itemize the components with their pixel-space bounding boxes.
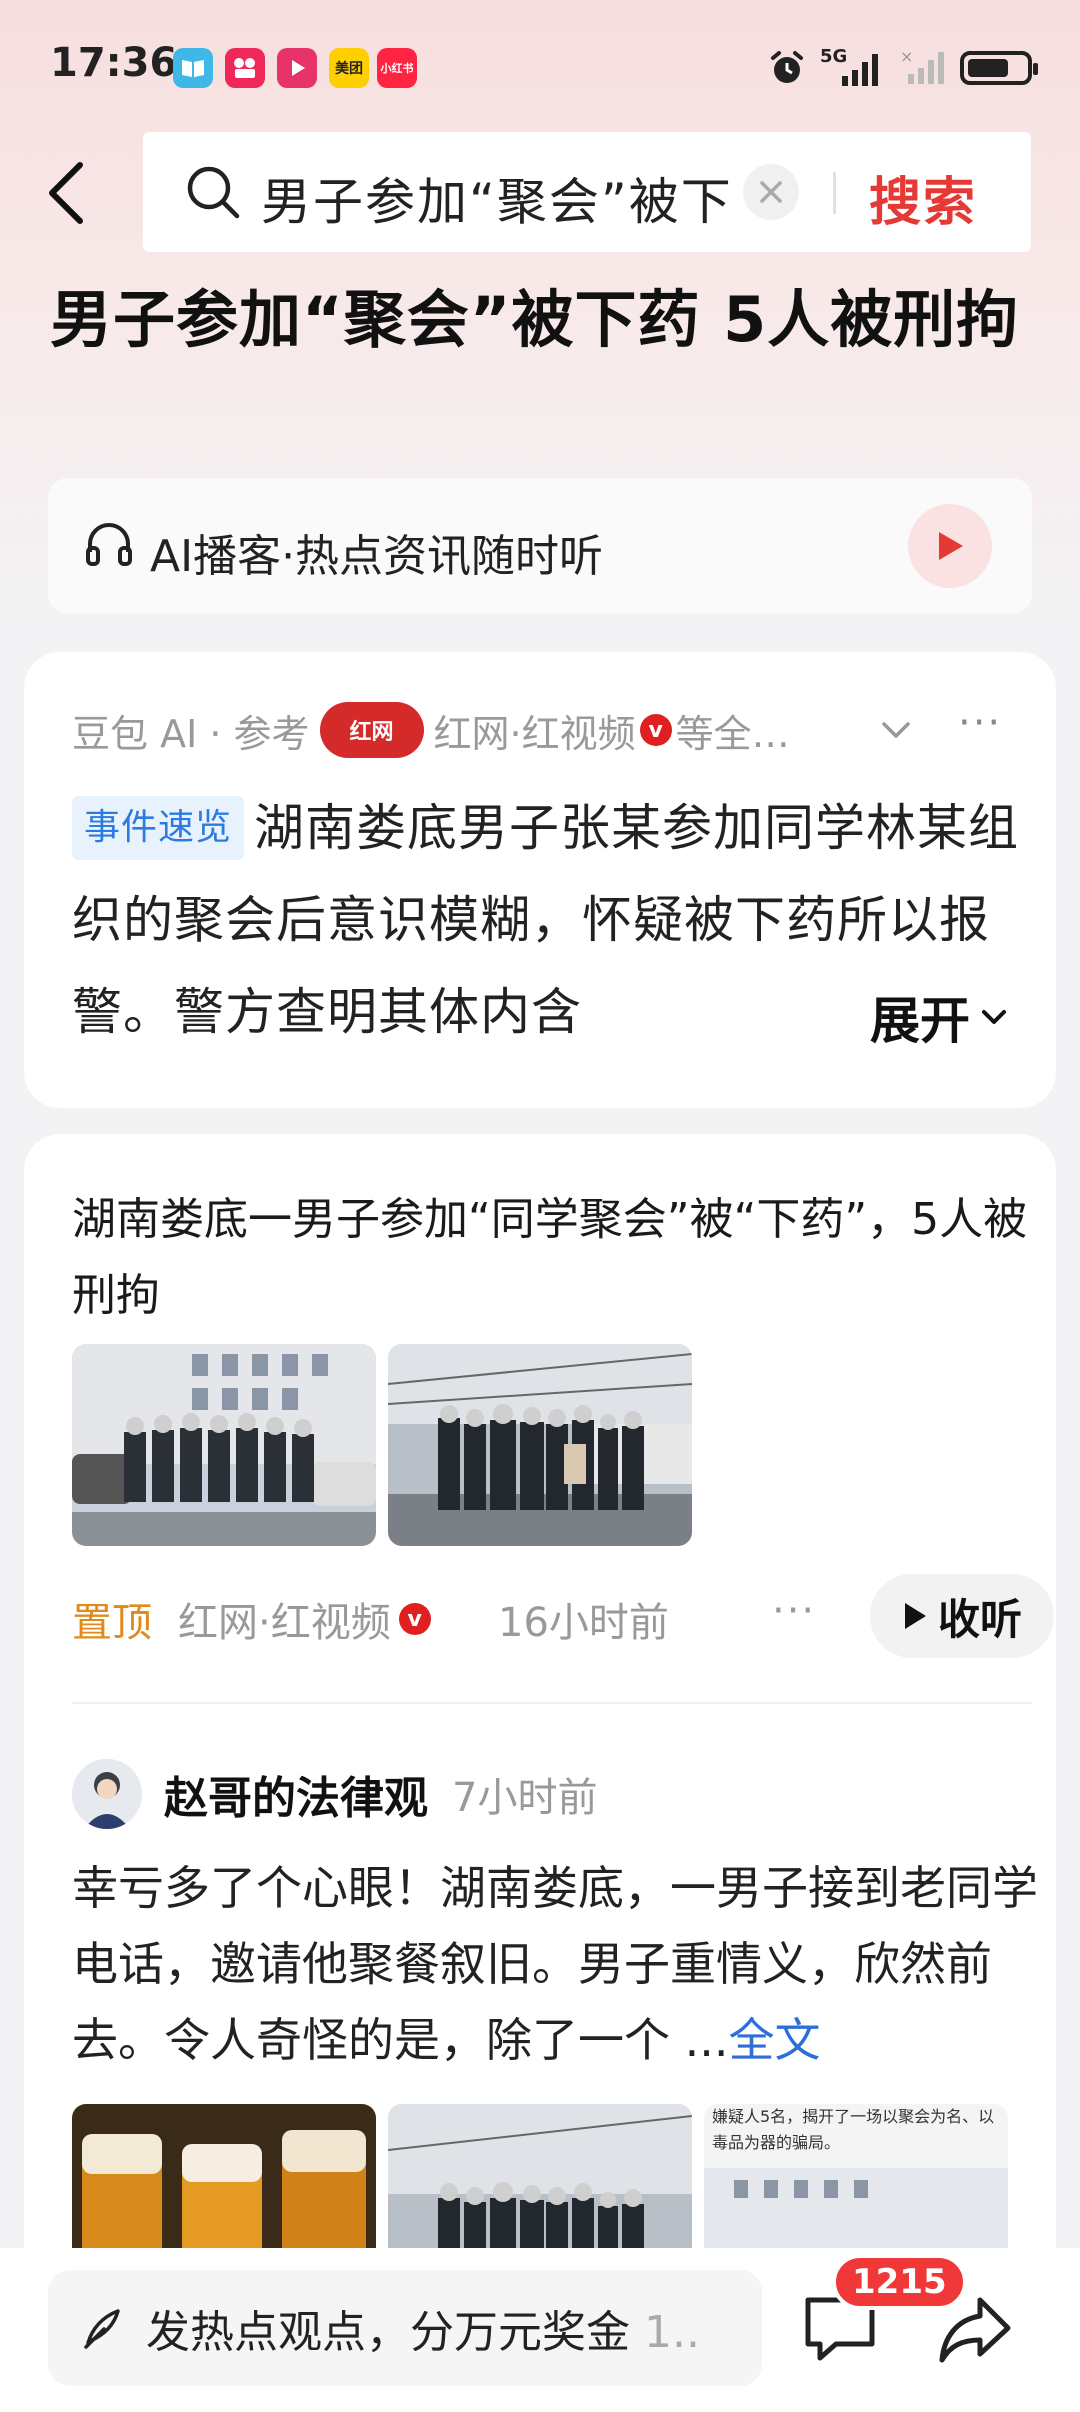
post-author-name[interactable]: 赵哥的法律观 bbox=[164, 1762, 428, 1826]
chevron-left-icon bbox=[49, 162, 83, 224]
kuaishou-app-icon bbox=[225, 48, 265, 88]
search-icon bbox=[187, 166, 240, 219]
post-text[interactable]: 幸亏多了个心眼！湖南娄底，一男子接到老同学电话，邀请他聚餐叙旧。男子重情义，欣然… bbox=[72, 1850, 1042, 2078]
svg-text:×: × bbox=[900, 48, 913, 66]
clear-search-button[interactable] bbox=[743, 164, 799, 220]
post-time: 7小时前 bbox=[452, 1775, 598, 1821]
ai-source-name[interactable]: 红网·红视频 bbox=[434, 703, 636, 758]
post-author-row[interactable]: 赵哥的法律观 7小时前 bbox=[72, 1754, 597, 1834]
battery-icon bbox=[960, 51, 1038, 85]
news-image-1[interactable] bbox=[72, 1344, 376, 1546]
expand-button[interactable]: 展开 bbox=[810, 972, 1040, 1062]
podcast-play-button[interactable] bbox=[908, 504, 992, 588]
ai-source-suffix: 等全… bbox=[675, 711, 790, 756]
pinned-label: 置顶 bbox=[72, 1600, 152, 1646]
alarm-icon bbox=[771, 51, 803, 83]
search-button[interactable]: 搜索 bbox=[869, 160, 977, 235]
news-source[interactable]: 红网·红视频 v bbox=[178, 1590, 435, 1648]
status-bar: 17:36 美团 小红书 5G × bbox=[0, 0, 1080, 130]
headphones-icon bbox=[86, 523, 132, 566]
news-time: 16小时前 bbox=[498, 1600, 669, 1646]
listen-button[interactable]: 收听 bbox=[870, 1574, 1054, 1658]
signal-icon: × bbox=[900, 48, 944, 84]
meituan-app-icon: 美团 bbox=[329, 48, 369, 88]
ai-source-row: 豆包 AI · 参考 红网 红网·红视频 v 等全… bbox=[72, 702, 790, 758]
comment-input[interactable]: 发热点观点，分万元奖金 1.. bbox=[48, 2270, 762, 2386]
read-full-link[interactable]: 全文 bbox=[729, 2013, 821, 2067]
event-overview-tag: 事件速览 bbox=[72, 796, 245, 860]
ai-podcast-banner[interactable]: AI播客·热点资讯随时听 bbox=[48, 478, 1032, 614]
divider bbox=[72, 1702, 1032, 1704]
share-icon[interactable] bbox=[936, 2290, 1014, 2368]
status-indicators: 5G × bbox=[768, 46, 1038, 88]
chevron-down-icon[interactable] bbox=[876, 710, 916, 750]
post-image-caption: 嫌疑人5名，揭开了一场以聚会为名、以毒品为器的骗局。 bbox=[712, 2107, 995, 2152]
search-bar[interactable]: 男子参加“聚会”被下 搜索 bbox=[143, 132, 1031, 252]
more-options-button[interactable]: ··· bbox=[958, 700, 1002, 746]
signal-5g-icon: 5G bbox=[820, 46, 886, 88]
video-app-icon bbox=[277, 48, 317, 88]
xiaohongshu-app-icon: 小红书 bbox=[377, 48, 417, 88]
back-button[interactable] bbox=[44, 158, 104, 228]
play-icon bbox=[904, 1603, 926, 1629]
news-meta-row: 置顶 红网·红视频 v 16小时前 ··· 收听 bbox=[72, 1574, 1054, 1658]
chevron-down-icon bbox=[982, 1010, 1006, 1024]
verified-icon: v bbox=[639, 714, 672, 746]
ai-summary-card: 豆包 AI · 参考 红网 红网·红视频 v 等全… ··· 事件速览 湖南娄底男… bbox=[24, 652, 1056, 1108]
comment-placeholder: 发热点观点，分万元奖金 1.. bbox=[146, 2307, 700, 2358]
page-title: 男子参加“聚会”被下药 5人被刑拘 bbox=[50, 283, 1020, 356]
status-time: 17:36 bbox=[50, 40, 178, 86]
verified-icon: v bbox=[398, 1603, 431, 1635]
rednet-logo: 红网 bbox=[319, 702, 424, 758]
book-app-icon bbox=[173, 48, 213, 88]
pen-icon bbox=[84, 2309, 120, 2349]
more-options-button[interactable]: ··· bbox=[772, 1588, 816, 1634]
ai-source-prefix: 豆包 AI · 参考 bbox=[72, 711, 310, 756]
news-title[interactable]: 湖南娄底一男子参加“同学聚会”被“下药”，5人被刑拘 bbox=[72, 1182, 1032, 1334]
search-divider bbox=[833, 172, 836, 214]
avatar[interactable] bbox=[72, 1759, 142, 1829]
bottom-bar: 发热点观点，分万元奖金 1.. 1215 bbox=[0, 2248, 1080, 2412]
close-icon bbox=[760, 181, 782, 203]
news-image-2[interactable] bbox=[388, 1344, 692, 1546]
play-icon bbox=[939, 532, 963, 560]
podcast-label: AI播客·热点资讯随时听 bbox=[150, 531, 604, 582]
news-feed-card: 湖南娄底一男子参加“同学聚会”被“下药”，5人被刑拘 置顶 红网·红视频v 1 bbox=[24, 1134, 1056, 2412]
